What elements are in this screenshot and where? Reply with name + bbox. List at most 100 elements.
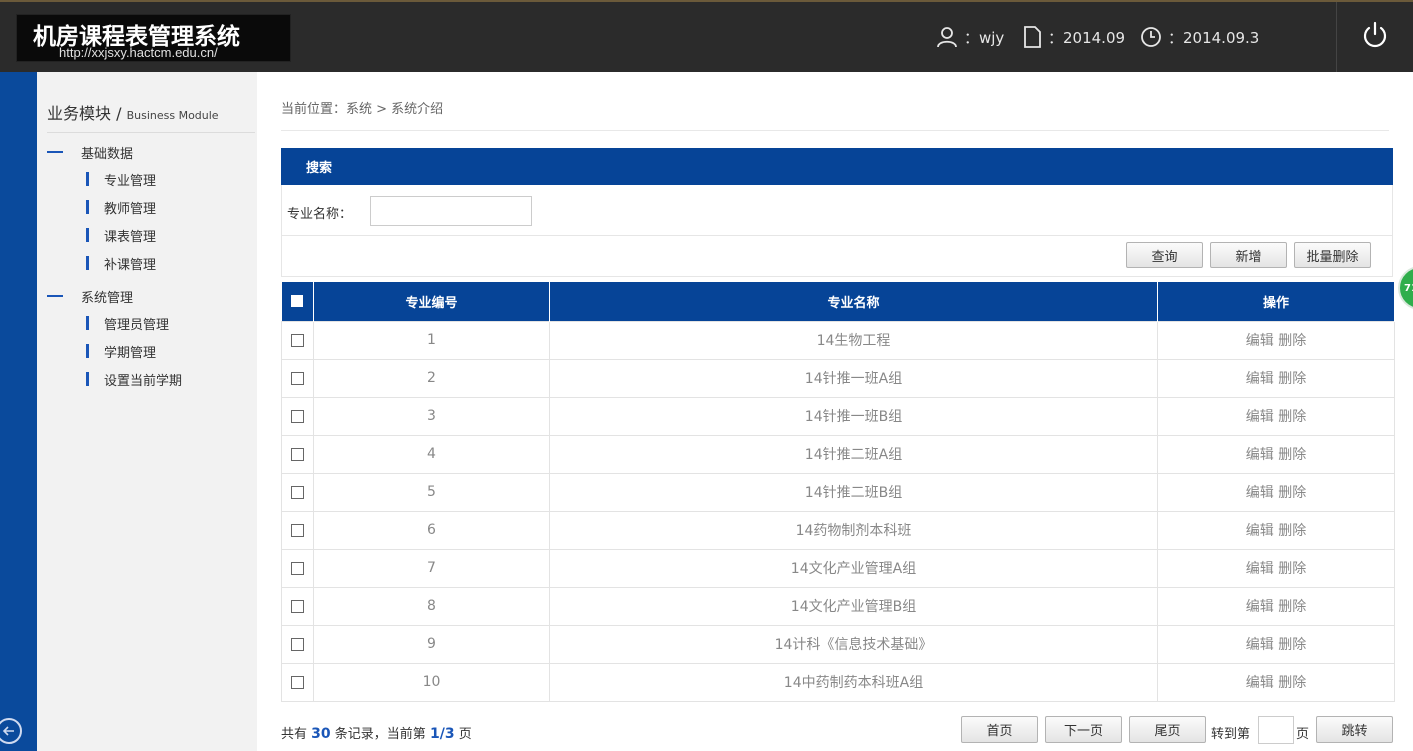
table-header-row: 专业编号 专业名称 操作 — [281, 282, 1395, 321]
row-checkbox[interactable] — [291, 637, 304, 651]
sidebar-item-teacher-management[interactable]: 教师管理 — [86, 197, 156, 217]
next-page-button[interactable]: 下一页 — [1045, 716, 1122, 743]
edit-link[interactable]: 编辑 — [1246, 409, 1274, 425]
edit-link[interactable]: 编辑 — [1246, 599, 1274, 615]
row-major-name: 14生物工程 — [549, 320, 1158, 360]
edit-link[interactable]: 编辑 — [1246, 333, 1274, 349]
bar-icon — [86, 344, 89, 358]
edit-link[interactable]: 编辑 — [1246, 485, 1274, 501]
sidebar-item-makeup-class-management[interactable]: 补课管理 — [86, 253, 156, 273]
logo: 机房课程表管理系统 http://xxjsxy.hactcm.edu.cn/ — [16, 14, 291, 62]
delete-link[interactable]: 删除 — [1278, 599, 1306, 615]
row-actions: 编辑 删除 — [1157, 358, 1395, 398]
dash-icon — [47, 295, 63, 297]
last-page-button[interactable]: 尾页 — [1129, 716, 1206, 743]
total-pages: 3 — [444, 726, 455, 742]
delete-link[interactable]: 删除 — [1278, 447, 1306, 463]
select-all-checkbox[interactable] — [291, 295, 304, 308]
row-checkbox[interactable] — [291, 561, 304, 575]
jump-button[interactable]: 跳转 — [1316, 716, 1393, 743]
row-major-name: 14文化产业管理A组 — [549, 548, 1158, 588]
row-actions: 编辑 删除 — [1157, 586, 1395, 626]
row-checkbox-cell — [281, 434, 314, 474]
major-name-input[interactable] — [370, 196, 532, 226]
divider — [282, 235, 1392, 236]
bar-icon — [86, 228, 89, 242]
edit-link[interactable]: 编辑 — [1246, 561, 1274, 577]
row-checkbox[interactable] — [291, 409, 304, 423]
row-checkbox[interactable] — [291, 485, 304, 499]
row-checkbox[interactable] — [291, 447, 304, 461]
row-checkbox[interactable] — [291, 371, 304, 385]
sidebar-item-admin-management[interactable]: 管理员管理 — [86, 313, 169, 333]
row-actions: 编辑 删除 — [1157, 472, 1395, 512]
delete-link[interactable]: 删除 — [1278, 485, 1306, 501]
query-button[interactable]: 查询 — [1126, 242, 1203, 268]
collapse-sidebar-button[interactable] — [0, 718, 22, 744]
bar-icon — [86, 316, 89, 330]
logo-url: http://xxjsxy.hactcm.edu.cn/ — [59, 45, 218, 60]
delete-link[interactable]: 删除 — [1278, 637, 1306, 653]
row-id: 10 — [313, 662, 550, 702]
sidebar-item-set-current-term[interactable]: 设置当前学期 — [86, 369, 182, 389]
row-actions: 编辑 删除 — [1157, 434, 1395, 474]
delete-link[interactable]: 删除 — [1278, 371, 1306, 387]
sidebar-title-en: Business Module — [126, 109, 219, 122]
row-checkbox[interactable] — [291, 599, 304, 613]
sidebar-group-system-management[interactable]: 系统管理 — [47, 286, 133, 306]
sidebar-item-label: 课表管理 — [104, 229, 157, 245]
edit-link[interactable]: 编辑 — [1246, 675, 1274, 691]
row-actions: 编辑 删除 — [1157, 548, 1395, 588]
current-page: 1 — [429, 726, 440, 742]
row-checkbox[interactable] — [291, 523, 304, 537]
summary-mid: 条记录，当前第 — [334, 727, 426, 742]
delete-link[interactable]: 删除 — [1278, 409, 1306, 425]
delete-link[interactable]: 删除 — [1278, 523, 1306, 539]
row-major-name: 14药物制剂本科班 — [549, 510, 1158, 550]
arrow-left-icon — [2, 726, 14, 736]
edit-link[interactable]: 编辑 — [1246, 523, 1274, 539]
header-user: ：wjy — [936, 22, 1004, 52]
table-row: 4 14针推二班A组 编辑 删除 — [281, 434, 1395, 474]
table-row: 8 14文化产业管理B组 编辑 删除 — [281, 586, 1395, 626]
batch-delete-button[interactable]: 批量删除 — [1294, 242, 1371, 268]
row-major-name: 14针推二班A组 — [549, 434, 1158, 474]
power-button[interactable] — [1358, 18, 1392, 52]
edit-link[interactable]: 编辑 — [1246, 371, 1274, 387]
row-checkbox-cell — [281, 472, 314, 512]
first-page-button[interactable]: 首页 — [961, 716, 1038, 743]
col-header-actions: 操作 — [1157, 282, 1395, 321]
row-major-name: 14计科《信息技术基础》 — [549, 624, 1158, 664]
header-term-text: ：2014.09 — [1048, 28, 1126, 47]
select-all-cell — [281, 282, 314, 321]
sidebar-group-label: 基础数据 — [81, 146, 134, 162]
row-checkbox[interactable] — [291, 333, 304, 347]
sidebar-title-cn: 业务模块 / — [47, 104, 127, 123]
row-id: 4 — [313, 434, 550, 474]
bar-icon — [86, 372, 89, 386]
sidebar-group-basic-data[interactable]: 基础数据 — [47, 142, 133, 162]
add-button[interactable]: 新增 — [1210, 242, 1287, 268]
table-row: 3 14针推一班B组 编辑 删除 — [281, 396, 1395, 436]
edit-link[interactable]: 编辑 — [1246, 637, 1274, 653]
row-checkbox-cell — [281, 624, 314, 664]
record-summary: 共有 30 条记录，当前第 1/3 页 — [281, 723, 472, 742]
row-id: 2 — [313, 358, 550, 398]
floating-widget[interactable]: 71 — [1398, 266, 1413, 310]
sidebar-item-schedule-management[interactable]: 课表管理 — [86, 225, 156, 245]
col-header-name: 专业名称 — [549, 282, 1158, 321]
row-checkbox-cell — [281, 510, 314, 550]
clock-icon — [1141, 27, 1161, 47]
edit-link[interactable]: 编辑 — [1246, 447, 1274, 463]
sidebar-item-term-management[interactable]: 学期管理 — [86, 341, 156, 361]
row-id: 1 — [313, 320, 550, 360]
delete-link[interactable]: 删除 — [1278, 675, 1306, 691]
goto-page-input[interactable] — [1258, 716, 1294, 744]
bar-icon — [86, 256, 89, 270]
major-table: 专业编号 专业名称 操作 1 14生物工程 编辑 删除 2 14针推一班A组 编辑 删除 3… — [281, 282, 1395, 702]
delete-link[interactable]: 删除 — [1278, 333, 1306, 349]
row-id: 8 — [313, 586, 550, 626]
delete-link[interactable]: 删除 — [1278, 561, 1306, 577]
sidebar-item-major-management[interactable]: 专业管理 — [86, 169, 156, 189]
row-checkbox[interactable] — [291, 675, 304, 689]
